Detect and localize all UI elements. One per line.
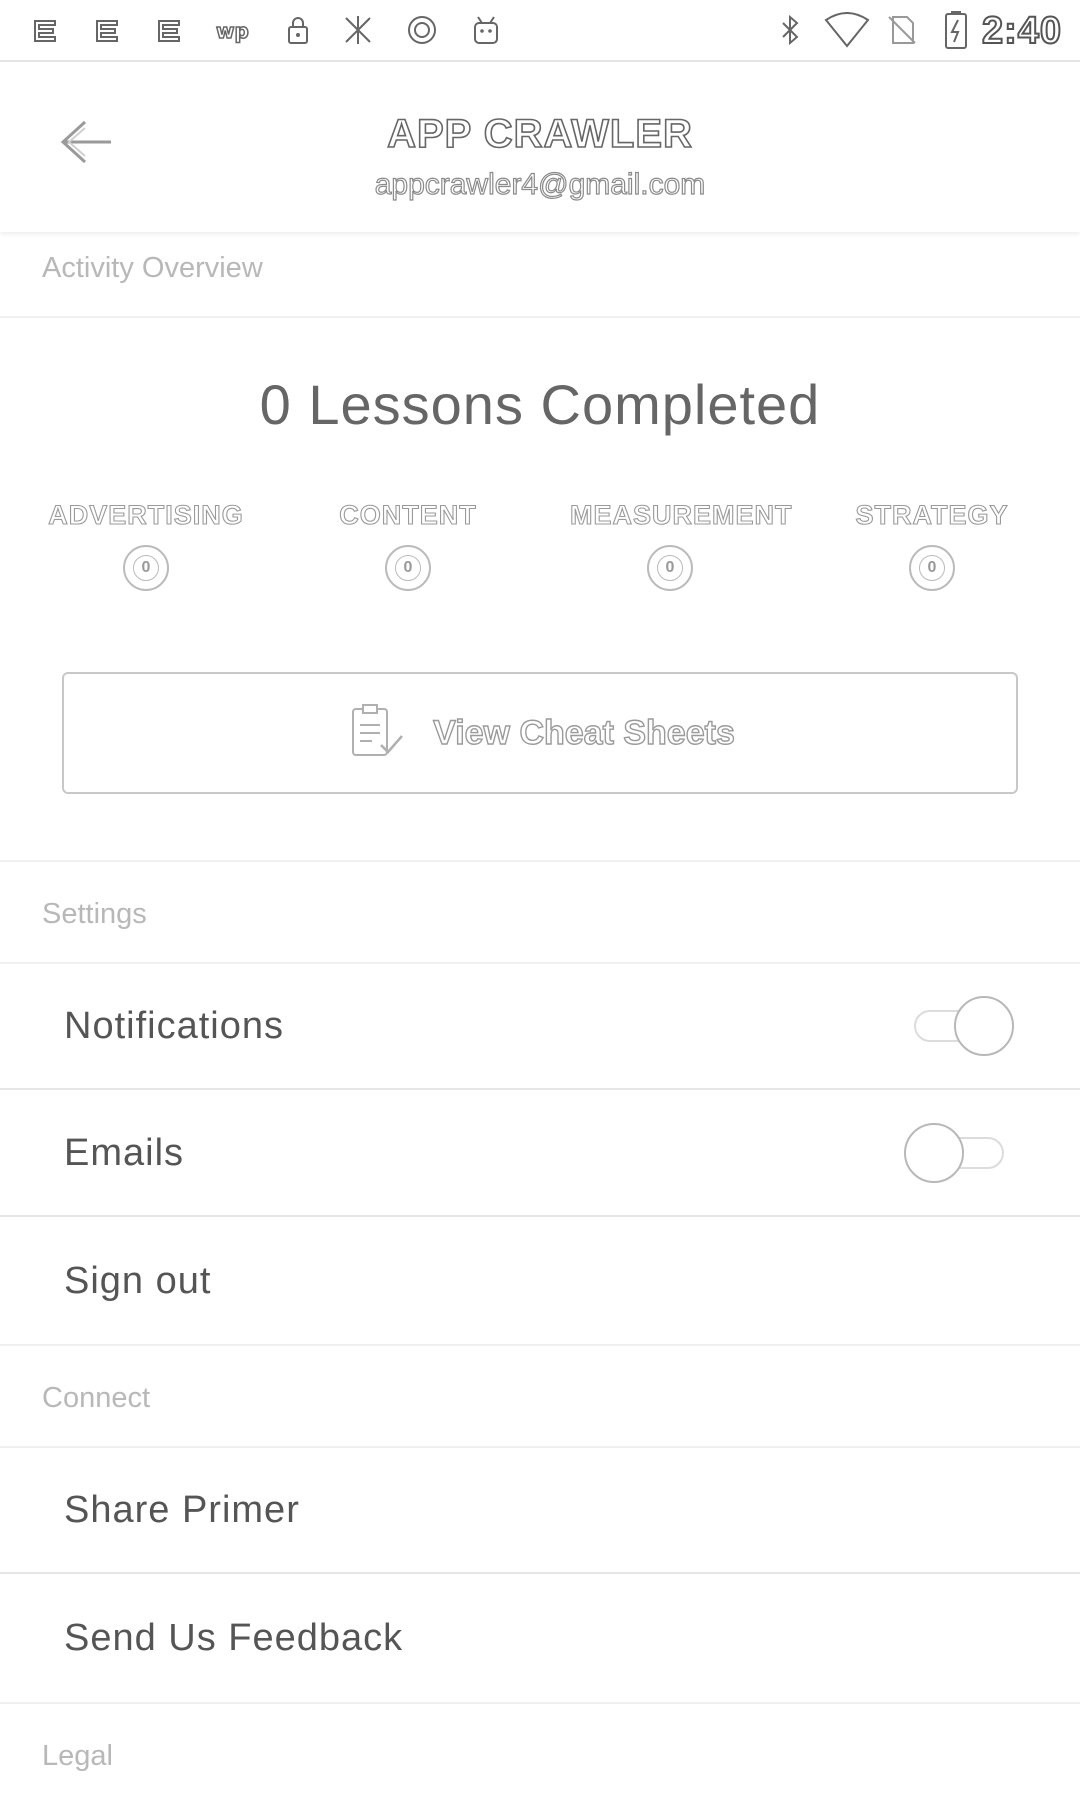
status-time: 2:40 xyxy=(981,9,1062,53)
notification-icon xyxy=(90,12,126,48)
row-label: Send Us Feedback xyxy=(64,1616,404,1659)
app-header: APP CRAWLER appcrawler4@gmail.com xyxy=(0,62,1080,232)
notification-icon xyxy=(28,12,64,48)
lock-icon xyxy=(280,12,316,48)
category-advertising: ADVERTISING 0 xyxy=(46,499,246,591)
account-email: appcrawler4@gmail.com xyxy=(374,167,706,201)
svg-text:wp: wp xyxy=(216,19,249,43)
settings-item-sign-out[interactable]: Sign out xyxy=(0,1218,1080,1344)
category-count: 0 xyxy=(133,555,159,581)
section-header-activity: Activity Overview xyxy=(0,248,1080,318)
row-label: Share Primer xyxy=(64,1488,300,1531)
toggle-knob xyxy=(954,996,1014,1056)
section-label: Activity Overview xyxy=(42,252,263,284)
category-label: ADVERTISING xyxy=(48,499,244,530)
notification-icon xyxy=(152,12,188,48)
category-strategy: STRATEGY 0 xyxy=(832,499,1032,591)
category-content: CONTENT 0 xyxy=(308,499,508,591)
section-header-legal: Legal xyxy=(0,1702,1080,1794)
wifi-icon xyxy=(824,12,870,48)
bluetooth-icon xyxy=(772,12,808,48)
section-header-settings: Settings xyxy=(0,860,1080,964)
section-header-connect: Connect xyxy=(0,1344,1080,1448)
notification-icon xyxy=(340,12,376,48)
android-icon xyxy=(468,12,504,48)
settings-item-emails[interactable]: Emails xyxy=(0,1091,1080,1217)
battery-charging-icon xyxy=(938,11,974,49)
connect-item-send-feedback[interactable]: Send Us Feedback xyxy=(0,1575,1080,1701)
category-label: MEASUREMENT xyxy=(569,499,793,530)
row-label: Notifications xyxy=(64,1004,284,1047)
category-count-badge: 0 xyxy=(385,545,431,591)
circle-icon xyxy=(404,12,440,48)
settings-item-notifications[interactable]: Notifications xyxy=(0,964,1080,1090)
category-count: 0 xyxy=(395,555,421,581)
view-cheat-sheets-button[interactable]: View Cheat Sheets xyxy=(62,672,1018,794)
page-title: APP CRAWLER xyxy=(386,111,693,157)
category-label: CONTENT xyxy=(339,499,477,530)
cheat-sheets-label: View Cheat Sheets xyxy=(432,713,735,752)
no-sim-icon xyxy=(884,12,920,48)
notifications-toggle[interactable] xyxy=(904,996,1014,1056)
category-count-badge: 0 xyxy=(909,545,955,591)
category-label: STRATEGY xyxy=(855,499,1009,530)
wp-icon: wp xyxy=(214,12,258,48)
category-measurement: MEASUREMENT 0 xyxy=(569,499,793,591)
emails-toggle[interactable] xyxy=(904,1123,1014,1183)
category-count: 0 xyxy=(657,555,683,581)
lessons-completed: 0 Lessons Completed xyxy=(259,373,821,436)
section-label: Legal xyxy=(42,1740,113,1772)
row-label: Sign out xyxy=(64,1259,212,1302)
row-label: Emails xyxy=(64,1131,185,1174)
connect-item-share-primer[interactable]: Share Primer xyxy=(0,1448,1080,1574)
status-bar: wp 2:40 xyxy=(0,0,1080,62)
toggle-knob xyxy=(904,1123,964,1183)
category-count-badge: 0 xyxy=(123,545,169,591)
category-count-badge: 0 xyxy=(647,545,693,591)
clipboard-check-icon xyxy=(345,701,415,766)
section-label: Settings xyxy=(42,898,147,930)
section-label: Connect xyxy=(42,1382,151,1414)
category-count: 0 xyxy=(919,555,945,581)
